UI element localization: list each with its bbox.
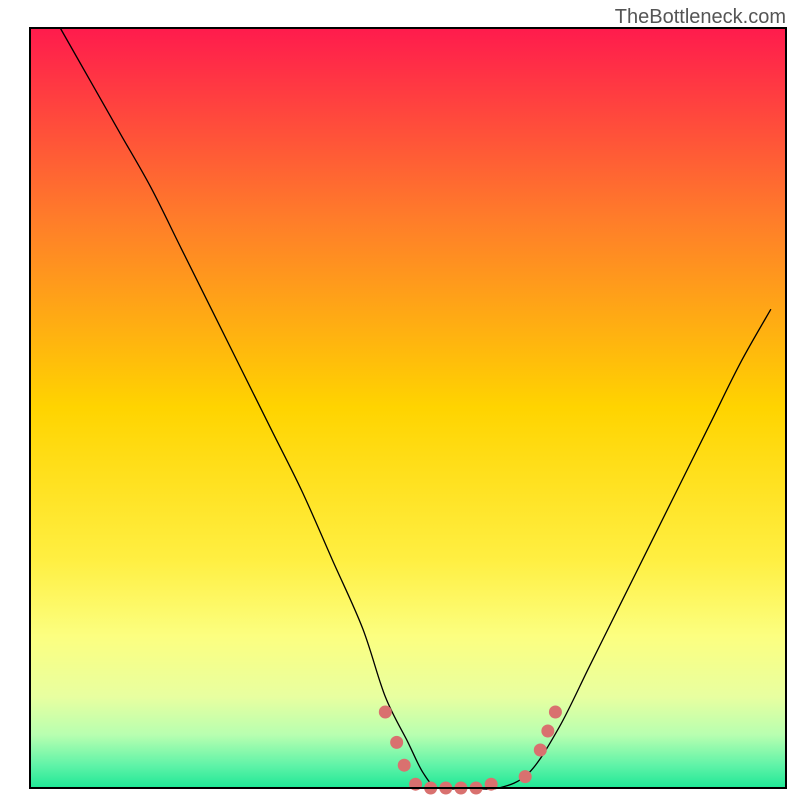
plot-background [30, 28, 786, 788]
marker-dot [519, 770, 532, 783]
marker-dot [541, 725, 554, 738]
watermark-text: TheBottleneck.com [615, 6, 786, 29]
marker-dot [379, 706, 392, 719]
marker-dot [549, 706, 562, 719]
chart-svg [0, 0, 800, 800]
chart-container: TheBottleneck.com [0, 0, 800, 800]
marker-dot [534, 744, 547, 757]
marker-dot [390, 736, 403, 749]
marker-dot [398, 759, 411, 772]
